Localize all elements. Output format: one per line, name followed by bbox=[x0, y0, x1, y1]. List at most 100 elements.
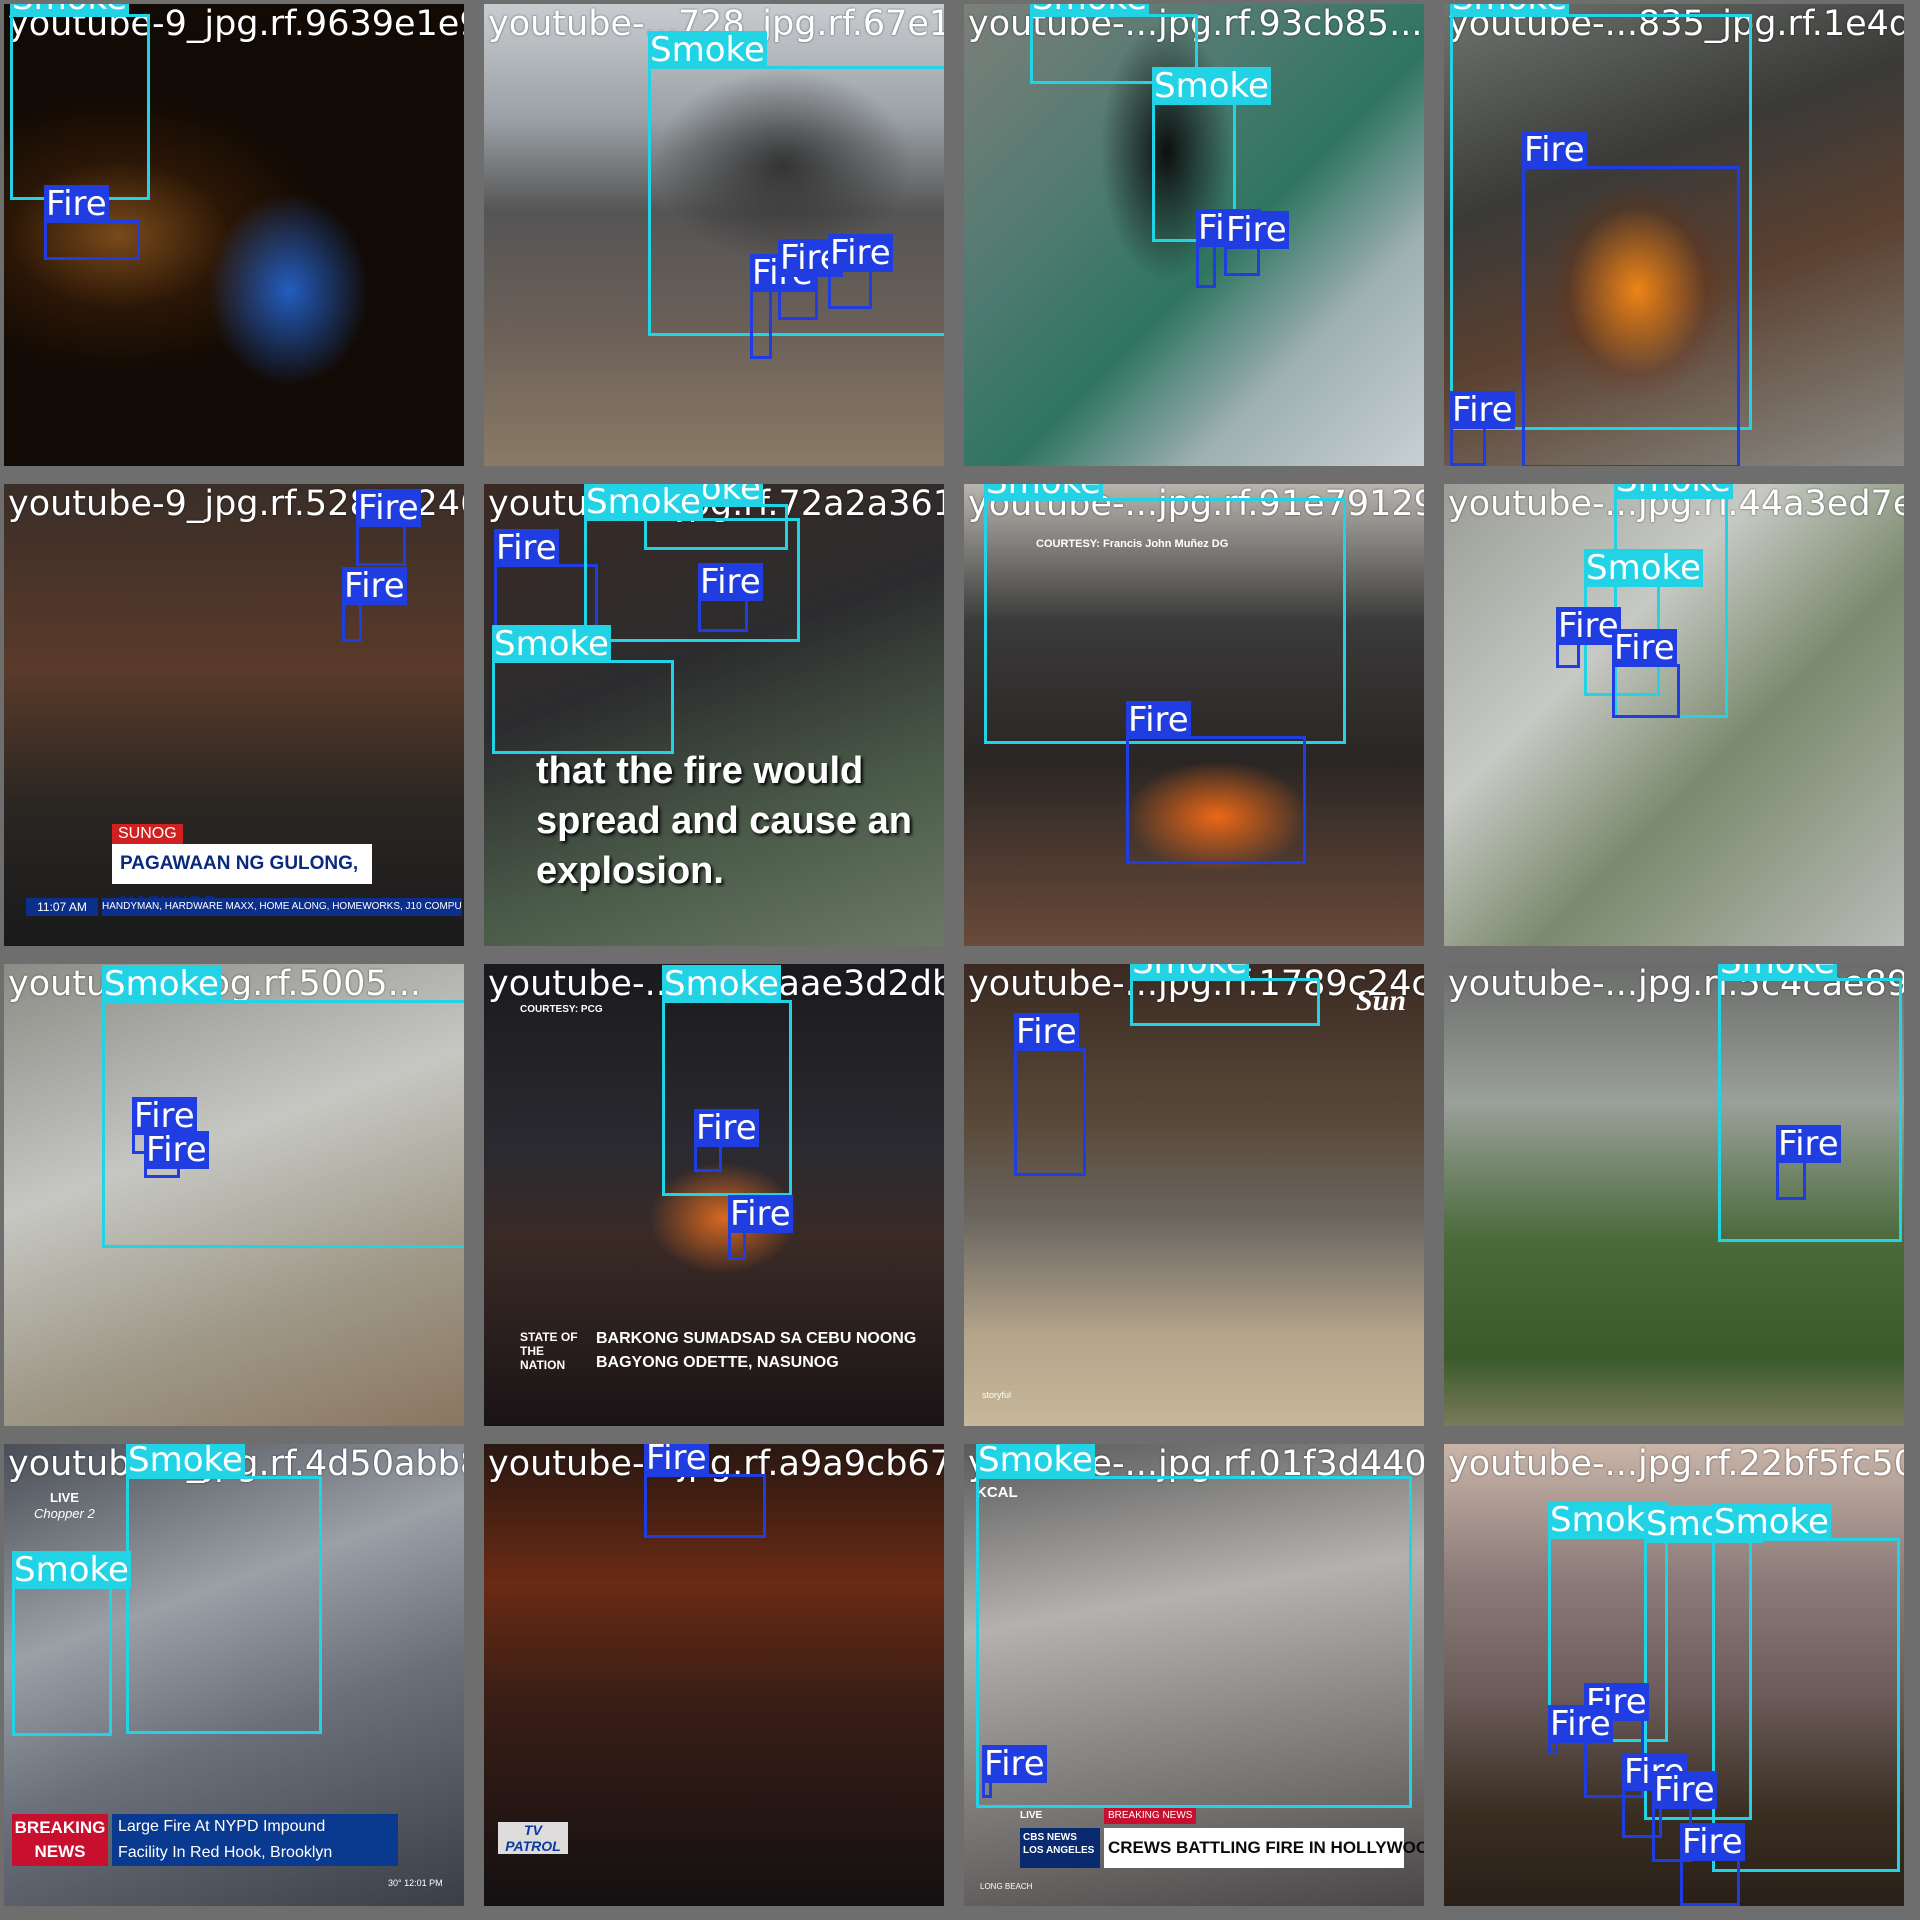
detection-label: Fire bbox=[1556, 606, 1621, 646]
tile-9: youtube-...jpg.rf.5005... Smoke Fire Fir… bbox=[4, 964, 464, 1426]
subtitle-line-3: explosion. bbox=[536, 850, 724, 892]
tv-patrol-logo: TV PATROL bbox=[498, 1822, 568, 1854]
tile-13: youtube-9_jpg.rf.4d50abb88... LIVE Chopp… bbox=[4, 1444, 464, 1906]
detection-label: Fire bbox=[1652, 1770, 1717, 1810]
news-ticker: HANDYMAN, HARDWARE MAXX, HOME ALONG, HOM… bbox=[102, 898, 462, 916]
fire-box: Fire bbox=[1224, 211, 1289, 276]
detection-label: Fire bbox=[728, 1194, 793, 1234]
detection-label: Smoke bbox=[1152, 66, 1271, 106]
tile-1: youtube-9_jpg.rf.9639e1e9a7... Smoke Fir… bbox=[4, 4, 464, 466]
detection-label: Smoke bbox=[102, 964, 221, 1004]
tile-15: youtube-...jpg.rf.01f3d440be... KCAL Smo… bbox=[964, 1444, 1424, 1906]
show-logo: STATE OF THE NATION bbox=[520, 1330, 578, 1372]
smoke-box: Smoke bbox=[584, 484, 800, 642]
subtitle-line-2: spread and cause an bbox=[536, 800, 912, 842]
detection-label: Smoke bbox=[126, 1444, 245, 1479]
breaking-news-badge: BREAKING NEWS bbox=[1104, 1808, 1197, 1824]
weather-location: LONG BEACH bbox=[980, 1882, 1033, 1891]
smoke-box: Smoke bbox=[10, 4, 150, 200]
detection-label: Fire bbox=[342, 566, 407, 606]
tile-3: youtube-...jpg.rf.93cb85... Smoke Smoke … bbox=[964, 4, 1424, 466]
tile-16: youtube-...jpg.rf.22bf5fc50... Smoke Smo… bbox=[1444, 1444, 1904, 1906]
fire-box: Fire bbox=[728, 1195, 793, 1260]
tile-4: youtube-...835_jpg.rf.1e4dfaed3... Smoke… bbox=[1444, 4, 1904, 466]
detection-label: Smoke bbox=[1130, 964, 1249, 981]
detection-label: Fire bbox=[356, 488, 421, 528]
detection-label: Fire bbox=[1126, 700, 1191, 740]
detection-label: Smoke bbox=[648, 30, 767, 70]
detection-label: Smoke bbox=[1614, 484, 1733, 499]
news-tag: SUNOG bbox=[112, 824, 183, 844]
fire-box: Fire bbox=[1522, 131, 1740, 466]
tile-12: youtube-...jpg.rf.5c4cae89... Smoke Fire bbox=[1444, 964, 1904, 1426]
detection-label: Smoke bbox=[12, 1550, 131, 1590]
chopper-badge: Chopper 2 bbox=[34, 1506, 95, 1521]
fire-box: Fire bbox=[44, 185, 140, 260]
fire-box: Fire bbox=[342, 567, 407, 642]
detection-label: Smoke bbox=[1712, 1502, 1831, 1542]
smoke-box: Smoke bbox=[662, 965, 792, 1196]
courtesy-credit: COURTESY: PCG bbox=[520, 1004, 603, 1015]
detection-label: Fire bbox=[1680, 1822, 1745, 1862]
fire-box: Fire bbox=[750, 254, 815, 359]
fire-box: Fire bbox=[828, 234, 893, 309]
detection-label: Fire bbox=[694, 1108, 759, 1148]
news-line-1: Large Fire At NYPD Impound bbox=[112, 1814, 398, 1840]
news-line-2: Facility In Red Hook, Brooklyn bbox=[112, 1840, 398, 1866]
smoke-box: Smoke bbox=[492, 625, 674, 754]
smoke-box: Smoke bbox=[1718, 964, 1902, 1242]
news-headline-1: BARKONG SUMADSAD SA CEBU NOONG bbox=[596, 1330, 917, 1347]
fire-box: Fire bbox=[644, 1444, 766, 1538]
fire-box: Fire bbox=[356, 489, 421, 566]
detection-label: Smoke bbox=[1450, 4, 1569, 17]
smoke-box: Smoke bbox=[12, 1551, 131, 1736]
network-logo: CBS NEWS LOS ANGELES bbox=[1020, 1828, 1100, 1868]
storyful-credit: storyful bbox=[982, 1390, 1012, 1400]
detection-label: Fire bbox=[494, 528, 559, 568]
detection-label: Smoke bbox=[492, 624, 611, 664]
tile-2: youtube-...728_jpg.rf.67e13019... Smoke … bbox=[484, 4, 944, 466]
detection-label: Smoke bbox=[584, 484, 703, 522]
fire-box: Fire bbox=[1612, 629, 1680, 718]
tile-11: youtube-...jpg.rf.1789c24cbca... Sun Fir… bbox=[964, 964, 1424, 1426]
fire-box: Fire bbox=[982, 1745, 1047, 1798]
fire-box: Fire bbox=[1776, 1125, 1841, 1200]
tile-14: youtube-...jpg.rf.a9a9cb677... Fire TV P… bbox=[484, 1444, 944, 1906]
detection-label: Fire bbox=[1548, 1704, 1613, 1744]
detection-label: Smoke bbox=[10, 4, 129, 17]
fire-box: Fire bbox=[694, 1109, 759, 1172]
live-badge: LIVE bbox=[50, 1490, 79, 1505]
detection-label: Smoke bbox=[1030, 4, 1149, 17]
detection-label: Fire bbox=[1450, 390, 1515, 430]
fire-box: Fire bbox=[778, 239, 843, 320]
detection-label: Smoke bbox=[976, 1444, 1095, 1479]
detection-label: Smoke bbox=[1718, 964, 1837, 981]
detection-label: Fire bbox=[1522, 130, 1587, 170]
news-headline: CREWS BATTLING FIRE IN HOLLYWOOD bbox=[1104, 1828, 1424, 1868]
fire-box: Fire bbox=[1014, 1013, 1086, 1176]
detection-label: Smoke bbox=[984, 484, 1103, 501]
detection-label: Fire bbox=[144, 1130, 209, 1170]
fire-box: Fire bbox=[1126, 701, 1306, 864]
news-headline-2: BAGYONG ODETTE, NASUNOG bbox=[596, 1354, 839, 1371]
detection-label: Fire bbox=[828, 233, 893, 273]
tile-8: youtube-...jpg.rf.44a3ed7e... Smoke Smok… bbox=[1444, 484, 1904, 946]
clock: 30° 12:01 PM bbox=[388, 1878, 443, 1888]
tile-7: youtube-...jpg.rf.91e79129... COURTESY: … bbox=[964, 484, 1424, 946]
detection-label: Fire bbox=[1612, 628, 1677, 668]
detection-label: Fire bbox=[44, 184, 109, 224]
live-badge: LIVE bbox=[1020, 1810, 1043, 1821]
detection-mosaic: youtube-9_jpg.rf.9639e1e9a7... Smoke Fir… bbox=[0, 0, 1920, 1920]
fire-box: Fire bbox=[1680, 1823, 1745, 1906]
tile-10: youtube-...jpg.rf.aae3d2dbe... COURTESY:… bbox=[484, 964, 944, 1426]
detection-label: Smoke bbox=[1584, 548, 1703, 588]
news-time: 11:07 AM bbox=[26, 898, 98, 916]
tile-5: youtube-9_jpg.rf.5289a2466... Fire Fire … bbox=[4, 484, 464, 946]
sun-logo: Sun bbox=[1356, 984, 1407, 1017]
breaking-news-badge: BREAKING NEWS bbox=[12, 1814, 108, 1866]
detection-label: Fire bbox=[1014, 1012, 1079, 1052]
smoke-box: Smoke bbox=[1130, 964, 1320, 1026]
tile-6: youtube-...jpg.rf.72a2a361... Smoke Fire… bbox=[484, 484, 944, 946]
detection-label: Smoke bbox=[662, 964, 781, 1004]
fire-box: Fire bbox=[1556, 607, 1621, 668]
